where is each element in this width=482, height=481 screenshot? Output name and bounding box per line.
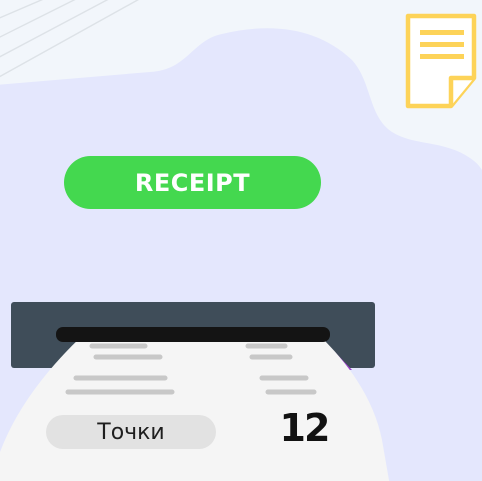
score-value: 12 xyxy=(279,406,331,450)
score-label: Точки xyxy=(46,415,216,449)
decorative-lines xyxy=(0,0,140,78)
receipt-button[interactable]: RECEIPT xyxy=(64,156,321,209)
background-scene xyxy=(0,0,482,481)
game-screen: RECEIPT Точки 12 xyxy=(0,0,482,481)
slot-opening xyxy=(56,327,330,342)
document-icon xyxy=(405,13,477,109)
